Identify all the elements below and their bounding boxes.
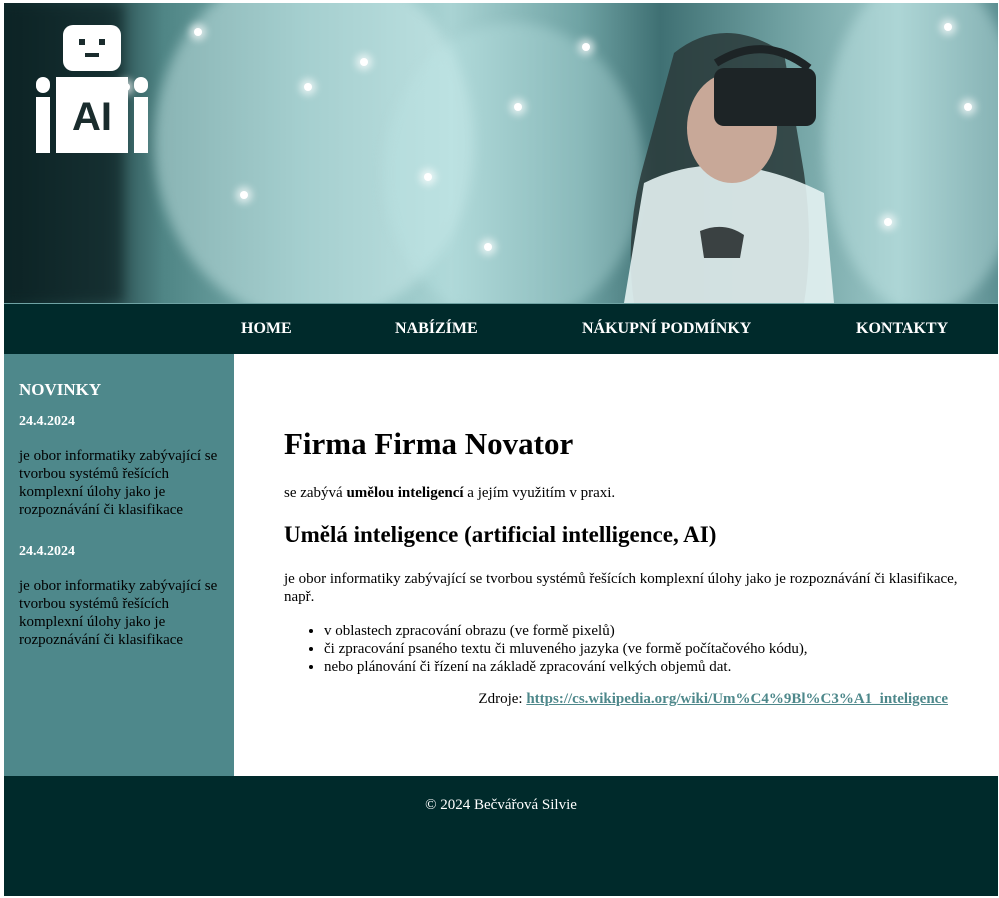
ai-robot-logo: AI — [36, 25, 148, 153]
sidebar-title: NOVINKY — [19, 380, 102, 399]
light-sparkle — [194, 28, 202, 36]
light-sparkle — [360, 58, 368, 66]
news-sidebar: NOVINKY 24.4.2024 je obor informatiky za… — [4, 354, 234, 776]
news-date: 24.4.2024 — [19, 414, 75, 429]
page: AI HOME NABÍZÍME NÁKUPNÍ PODMÍNKY KONTAK… — [4, 3, 998, 896]
hero-banner: AI — [4, 3, 998, 303]
section-heading: Umělá inteligence (artificial intelligen… — [284, 522, 717, 547]
list-item: nebo plánování či řízení na základě zpra… — [324, 658, 808, 676]
examples-list: v oblastech zpracování obrazu (ve formě … — [284, 622, 808, 676]
light-sparkle — [484, 243, 492, 251]
news-date: 24.4.2024 — [19, 544, 75, 559]
source-line: Zdroje: https://cs.wikipedia.org/wiki/Um… — [478, 691, 948, 708]
intro-text: se zabývá — [284, 485, 347, 501]
intro-paragraph: se zabývá umělou inteligencí a jejím vyu… — [284, 485, 615, 502]
content-area: NOVINKY 24.4.2024 je obor informatiky za… — [4, 354, 998, 776]
light-sparkle — [514, 103, 522, 111]
light-sparkle — [582, 43, 590, 51]
light-sparkle — [304, 83, 312, 91]
news-text: je obor informatiky zabývající se tvorbo… — [19, 448, 218, 518]
list-item: či zpracování psaného textu či mluveného… — [324, 640, 808, 658]
curtain-drape — [824, 3, 998, 303]
list-item: v oblastech zpracování obrazu (ve formě … — [324, 622, 808, 640]
news-text: je obor informatiky zabývající se tvorbo… — [19, 578, 218, 648]
light-sparkle — [944, 23, 952, 31]
person-with-vr-headset — [624, 33, 834, 303]
logo-text: AI — [72, 95, 112, 139]
nav-nakupni-podminky[interactable]: NÁKUPNÍ PODMÍNKY — [582, 320, 751, 338]
main-navigation: HOME NABÍZÍME NÁKUPNÍ PODMÍNKY KONTAKTY — [4, 303, 998, 354]
description-paragraph: je obor informatiky zabývající se tvorbo… — [284, 571, 958, 605]
nav-kontakty[interactable]: KONTAKTY — [856, 320, 948, 338]
light-sparkle — [424, 173, 432, 181]
copyright-text: © 2024 Bečvářová Silvie — [425, 797, 577, 813]
page-title: Firma Firma Novator — [284, 426, 574, 461]
light-sparkle — [884, 218, 892, 226]
source-link[interactable]: https://cs.wikipedia.org/wiki/Um%C4%9Bl%… — [526, 691, 948, 707]
light-sparkle — [964, 103, 972, 111]
nav-nabizime[interactable]: NABÍZÍME — [395, 320, 478, 338]
intro-text-end: a jejím využitím v praxi. — [463, 485, 616, 501]
source-label: Zdroje: — [478, 691, 527, 707]
light-sparkle — [240, 191, 248, 199]
main-content: Firma Firma Novator se zabývá umělou int… — [234, 354, 998, 776]
intro-bold: umělou inteligencí — [346, 485, 464, 501]
footer: © 2024 Bečvářová Silvie — [4, 776, 998, 896]
nav-home[interactable]: HOME — [241, 320, 292, 338]
